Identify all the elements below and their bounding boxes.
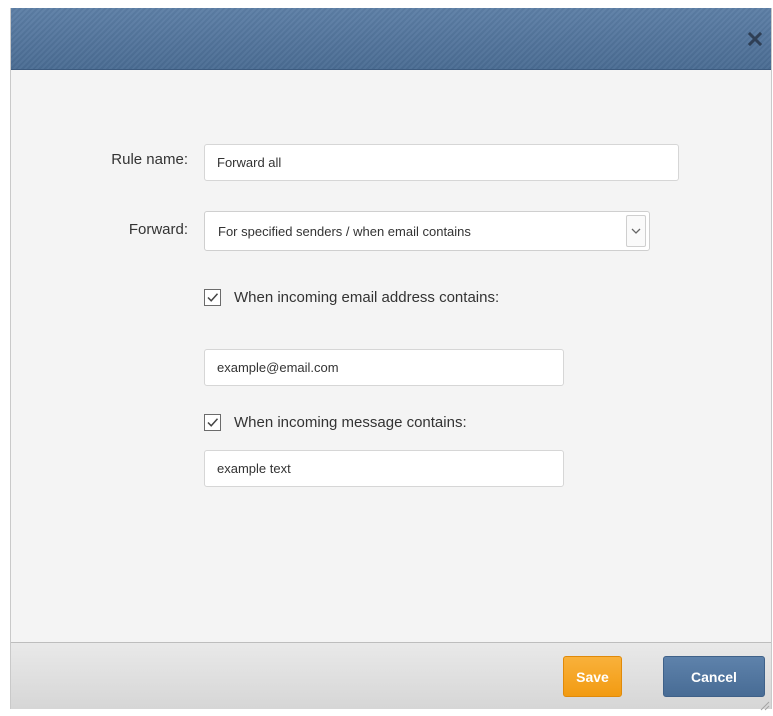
forward-select-value: For specified senders / when email conta… [218, 224, 471, 239]
cancel-button[interactable]: Cancel [663, 656, 765, 697]
rule-name-input[interactable] [204, 144, 679, 181]
forward-label: Forward: [128, 221, 188, 238]
forward-rule-dialog: Rule name: Forward: For specified sender… [10, 8, 772, 711]
message-condition-input[interactable] [204, 450, 564, 487]
dialog-titlebar [11, 8, 771, 70]
rule-name-label: Rule name: [111, 151, 188, 168]
resize-grip-icon[interactable] [760, 698, 770, 711]
message-condition-checkbox-row[interactable]: When incoming message contains: [204, 412, 467, 432]
message-condition-label: When incoming message contains: [234, 413, 467, 431]
close-icon[interactable] [747, 31, 763, 47]
email-condition-checkbox[interactable] [204, 288, 221, 306]
email-condition-input[interactable] [204, 349, 564, 386]
chevron-down-icon[interactable] [626, 215, 646, 247]
email-condition-checkbox-row[interactable]: When incoming email address contains: [204, 287, 499, 307]
message-condition-checkbox[interactable] [204, 413, 221, 431]
dialog-footer: Save Cancel [11, 642, 771, 711]
dialog-body: Rule name: Forward: For specified sender… [11, 70, 771, 642]
forward-select[interactable]: For specified senders / when email conta… [204, 211, 650, 251]
save-button[interactable]: Save [563, 656, 622, 697]
email-condition-label: When incoming email address contains: [234, 288, 500, 306]
